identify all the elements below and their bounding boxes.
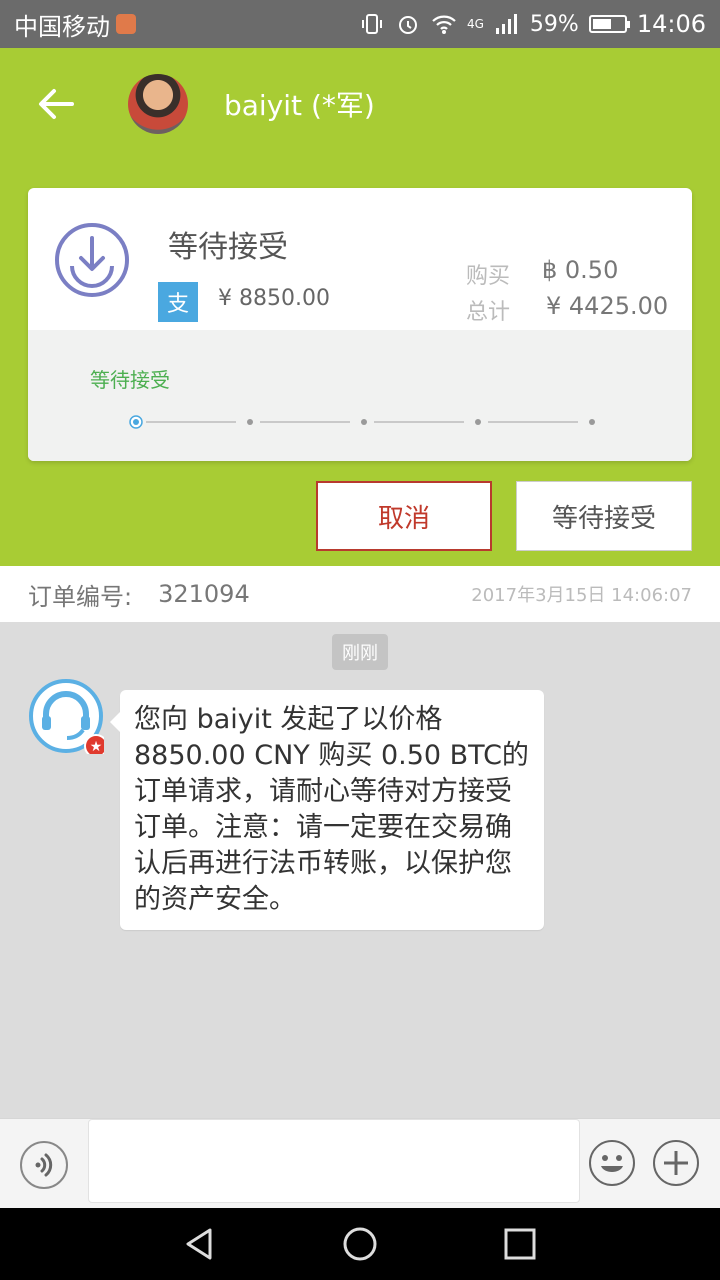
message-input-bar [0,1118,720,1208]
status-bar: 中国移动 4G 59% 14:06 [0,0,720,48]
unit-price: ¥ 8850.00 [218,286,330,311]
carrier-heart-icon [116,14,136,34]
order-status-title: 等待接受 [168,230,288,265]
progress-step [361,419,367,425]
emoji-button[interactable] [588,1139,636,1187]
total-label: 总计 [466,300,511,325]
buy-label: 购买 [466,264,511,289]
order-summary: 等待接受 支 ¥ 8850.00 购买 ฿ 0.50 总计 ¥ 4425.00 [28,188,692,330]
progress-step [247,419,253,425]
message-time-chip: 刚刚 [332,634,388,670]
alipay-badge: 支 [158,282,198,322]
cancel-button[interactable]: 取消 [316,481,492,551]
chat-header: baiyit (*军) [0,48,720,160]
progress-step [589,419,595,425]
nav-recents-button[interactable] [500,1224,540,1264]
alarm-icon [395,11,421,37]
voice-button[interactable] [20,1141,68,1189]
signal-icon [494,11,520,37]
total-amount: ¥ 4425.00 [546,292,669,320]
nav-home-button[interactable] [340,1224,380,1264]
carrier-info: 中国移动 [14,7,136,42]
buy-amount: ฿ 0.50 [542,256,619,284]
carrier-name: 中国移动 [14,12,110,41]
clock: 14:06 [636,10,706,38]
progress-step [475,419,481,425]
svg-text:★: ★ [90,739,103,754]
nav-back-button[interactable] [180,1224,220,1264]
progress-label: 等待接受 [90,368,170,392]
contact-name: baiyit (*军) [224,89,375,122]
awaiting-accept-button[interactable]: 等待接受 [516,481,692,551]
vibrate-icon [359,11,385,37]
order-number-label: 订单编号: [28,582,133,611]
customer-service-avatar[interactable]: ★ [28,678,104,754]
order-progress: 等待接受 [28,330,692,461]
progress-step-current [129,415,143,429]
system-nav-bar [0,1208,720,1280]
wifi-icon [431,11,457,37]
battery-percent: 59% [529,11,579,37]
order-number: 321094 [158,580,250,608]
voice-icon [35,1153,53,1177]
contact-avatar[interactable] [128,74,188,134]
order-info-row: 订单编号: 321094 2017年3月15日 14:06:07 [0,566,720,622]
status-icons: 4G 59% 14:06 [359,10,706,38]
plus-button[interactable] [652,1139,700,1187]
order-card: 等待接受 支 ¥ 8850.00 购买 ฿ 0.50 总计 ¥ 4425.00 … [28,188,692,461]
system-message-bubble[interactable]: 您向 baiyit 发起了以价格 8850.00 CNY 购买 0.50 BTC… [110,690,544,930]
order-timestamp: 2017年3月15日 14:06:07 [471,585,692,606]
chat-area[interactable]: 刚刚 ★ 您向 baiyit 发起了以价格 8850.00 CNY 购买 0.5… [0,622,720,1118]
message-input[interactable] [88,1119,580,1203]
back-button[interactable] [26,74,86,134]
progress-steps [129,415,595,429]
network-type: 4G [466,17,484,31]
battery-icon [588,15,630,33]
arrow-left-icon [39,89,74,119]
download-circle-icon [55,223,129,297]
